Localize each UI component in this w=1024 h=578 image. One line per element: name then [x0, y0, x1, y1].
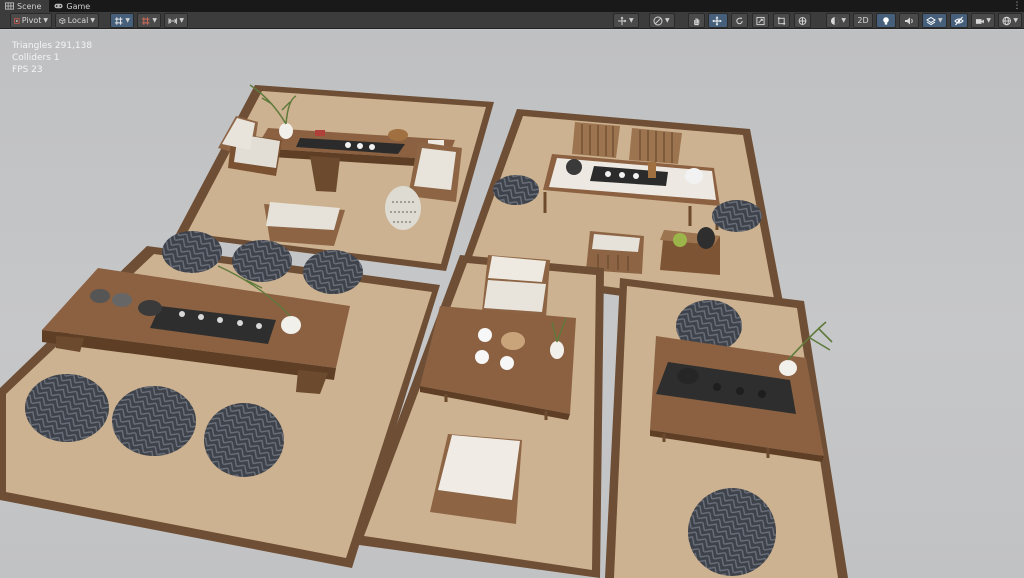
grid-snap-toggle[interactable]: ▼ [110, 13, 134, 28]
chair[interactable] [482, 255, 550, 318]
gizmos-globe-icon [1002, 16, 1011, 25]
pivot-label: Pivot [21, 16, 42, 25]
lightbulb-icon [883, 16, 889, 25]
scale-tool-button[interactable] [752, 13, 769, 28]
chevron-down-icon: ▼ [43, 17, 48, 24]
hidden-objects-toggle[interactable] [950, 13, 968, 28]
side-table[interactable] [660, 227, 720, 275]
round-cushion[interactable] [204, 403, 284, 477]
stats-overlay: Triangles 291,138 Colliders 1 FPS 23 [12, 40, 92, 76]
draw-mode-icon [653, 16, 663, 25]
local-dropdown[interactable]: Local ▼ [55, 13, 99, 28]
chevron-down-icon: ▼ [841, 17, 846, 24]
scene-viewport[interactable]: Triangles 291,138 Colliders 1 FPS 23 [0, 30, 1024, 578]
tool-settings-dropdown[interactable]: ▼ [613, 13, 639, 28]
fps-stat: FPS 23 [12, 65, 43, 75]
draw-mode-dropdown[interactable]: ▼ [649, 13, 675, 28]
camera-settings-dropdown[interactable]: ▼ [971, 13, 995, 28]
rect-transform-icon [777, 16, 786, 25]
stool[interactable] [385, 186, 421, 230]
hand-icon [694, 17, 700, 25]
round-cushion[interactable] [25, 374, 109, 442]
chevron-down-icon: ▼ [125, 17, 130, 24]
rect-tool-button[interactable] [773, 13, 790, 28]
round-cushion[interactable] [112, 386, 196, 456]
chevron-down-icon: ▼ [1013, 17, 1018, 24]
2d-mode-toggle[interactable]: 2D [853, 13, 873, 28]
gamepad-icon [54, 3, 63, 9]
gizmos-dropdown[interactable]: ▼ [998, 13, 1022, 28]
move-arrows-icon [618, 16, 627, 25]
chair[interactable] [572, 122, 620, 158]
chevron-down-icon: ▼ [629, 17, 634, 24]
round-cushion[interactable] [712, 200, 762, 232]
colliders-stat: Colliders 1 [12, 53, 60, 63]
move-tool-button[interactable] [708, 13, 728, 28]
grid-snap-icon [114, 16, 123, 25]
transform-icon [798, 16, 807, 25]
effects-dropdown[interactable]: ▼ [922, 13, 947, 28]
2d-label: 2D [857, 16, 869, 25]
transform-tool-button[interactable] [794, 13, 811, 28]
chevron-down-icon: ▼ [179, 17, 184, 24]
hand-tool-button[interactable] [688, 13, 705, 28]
move-arrows-icon [712, 16, 722, 25]
lighting-toggle[interactable] [876, 13, 896, 28]
chair[interactable] [629, 128, 682, 164]
grid-visibility-dropdown[interactable]: ▼ [137, 13, 161, 28]
round-cushion[interactable] [162, 231, 222, 273]
scene-toolbar: Pivot ▼ Local ▼ ▼ ▼ ▼ ▼ ▼ ▼ 2D ▼ ▼ ▼ [0, 12, 1024, 29]
editor-tab-bar: Scene Game ⋮ [0, 0, 1024, 12]
scene-render[interactable] [0, 30, 1024, 578]
grid-icon [141, 16, 150, 25]
armchair[interactable] [264, 202, 345, 246]
sphere-shading-icon [830, 16, 839, 25]
local-label: Local [67, 16, 89, 25]
chevron-down-icon: ▼ [152, 17, 157, 24]
rotate-tool-button[interactable] [731, 13, 748, 28]
tab-game-label: Game [66, 1, 91, 11]
chevron-down-icon: ▼ [938, 17, 943, 24]
increment-snap-dropdown[interactable]: ▼ [164, 13, 188, 28]
shading-mode-dropdown[interactable]: ▼ [826, 13, 850, 28]
round-cushion[interactable] [232, 240, 292, 282]
snap-increment-icon [168, 17, 178, 24]
round-cushion[interactable] [688, 488, 776, 576]
scale-icon [756, 16, 765, 25]
more-options-icon[interactable]: ⋮ [1010, 0, 1024, 12]
pivot-dropdown[interactable]: Pivot ▼ [10, 13, 52, 28]
chevron-down-icon: ▼ [90, 17, 95, 24]
round-cushion[interactable] [303, 250, 363, 294]
tab-game[interactable]: Game [49, 0, 98, 12]
audio-toggle[interactable] [899, 13, 919, 28]
eye-slash-icon [954, 16, 964, 25]
tab-scene-label: Scene [17, 1, 42, 11]
camera-icon [975, 18, 984, 24]
speaker-icon [905, 17, 913, 24]
tab-scene[interactable]: Scene [0, 0, 50, 12]
round-cushion[interactable] [493, 175, 539, 205]
scene-grid-icon [5, 2, 14, 10]
pivot-icon [14, 17, 20, 24]
triangles-stat: Triangles 291,138 [12, 41, 93, 51]
local-cube-icon [59, 17, 66, 24]
effects-layers-icon [926, 16, 936, 25]
chevron-down-icon: ▼ [986, 17, 991, 24]
rotate-icon [736, 16, 743, 24]
chevron-down-icon: ▼ [665, 17, 670, 24]
